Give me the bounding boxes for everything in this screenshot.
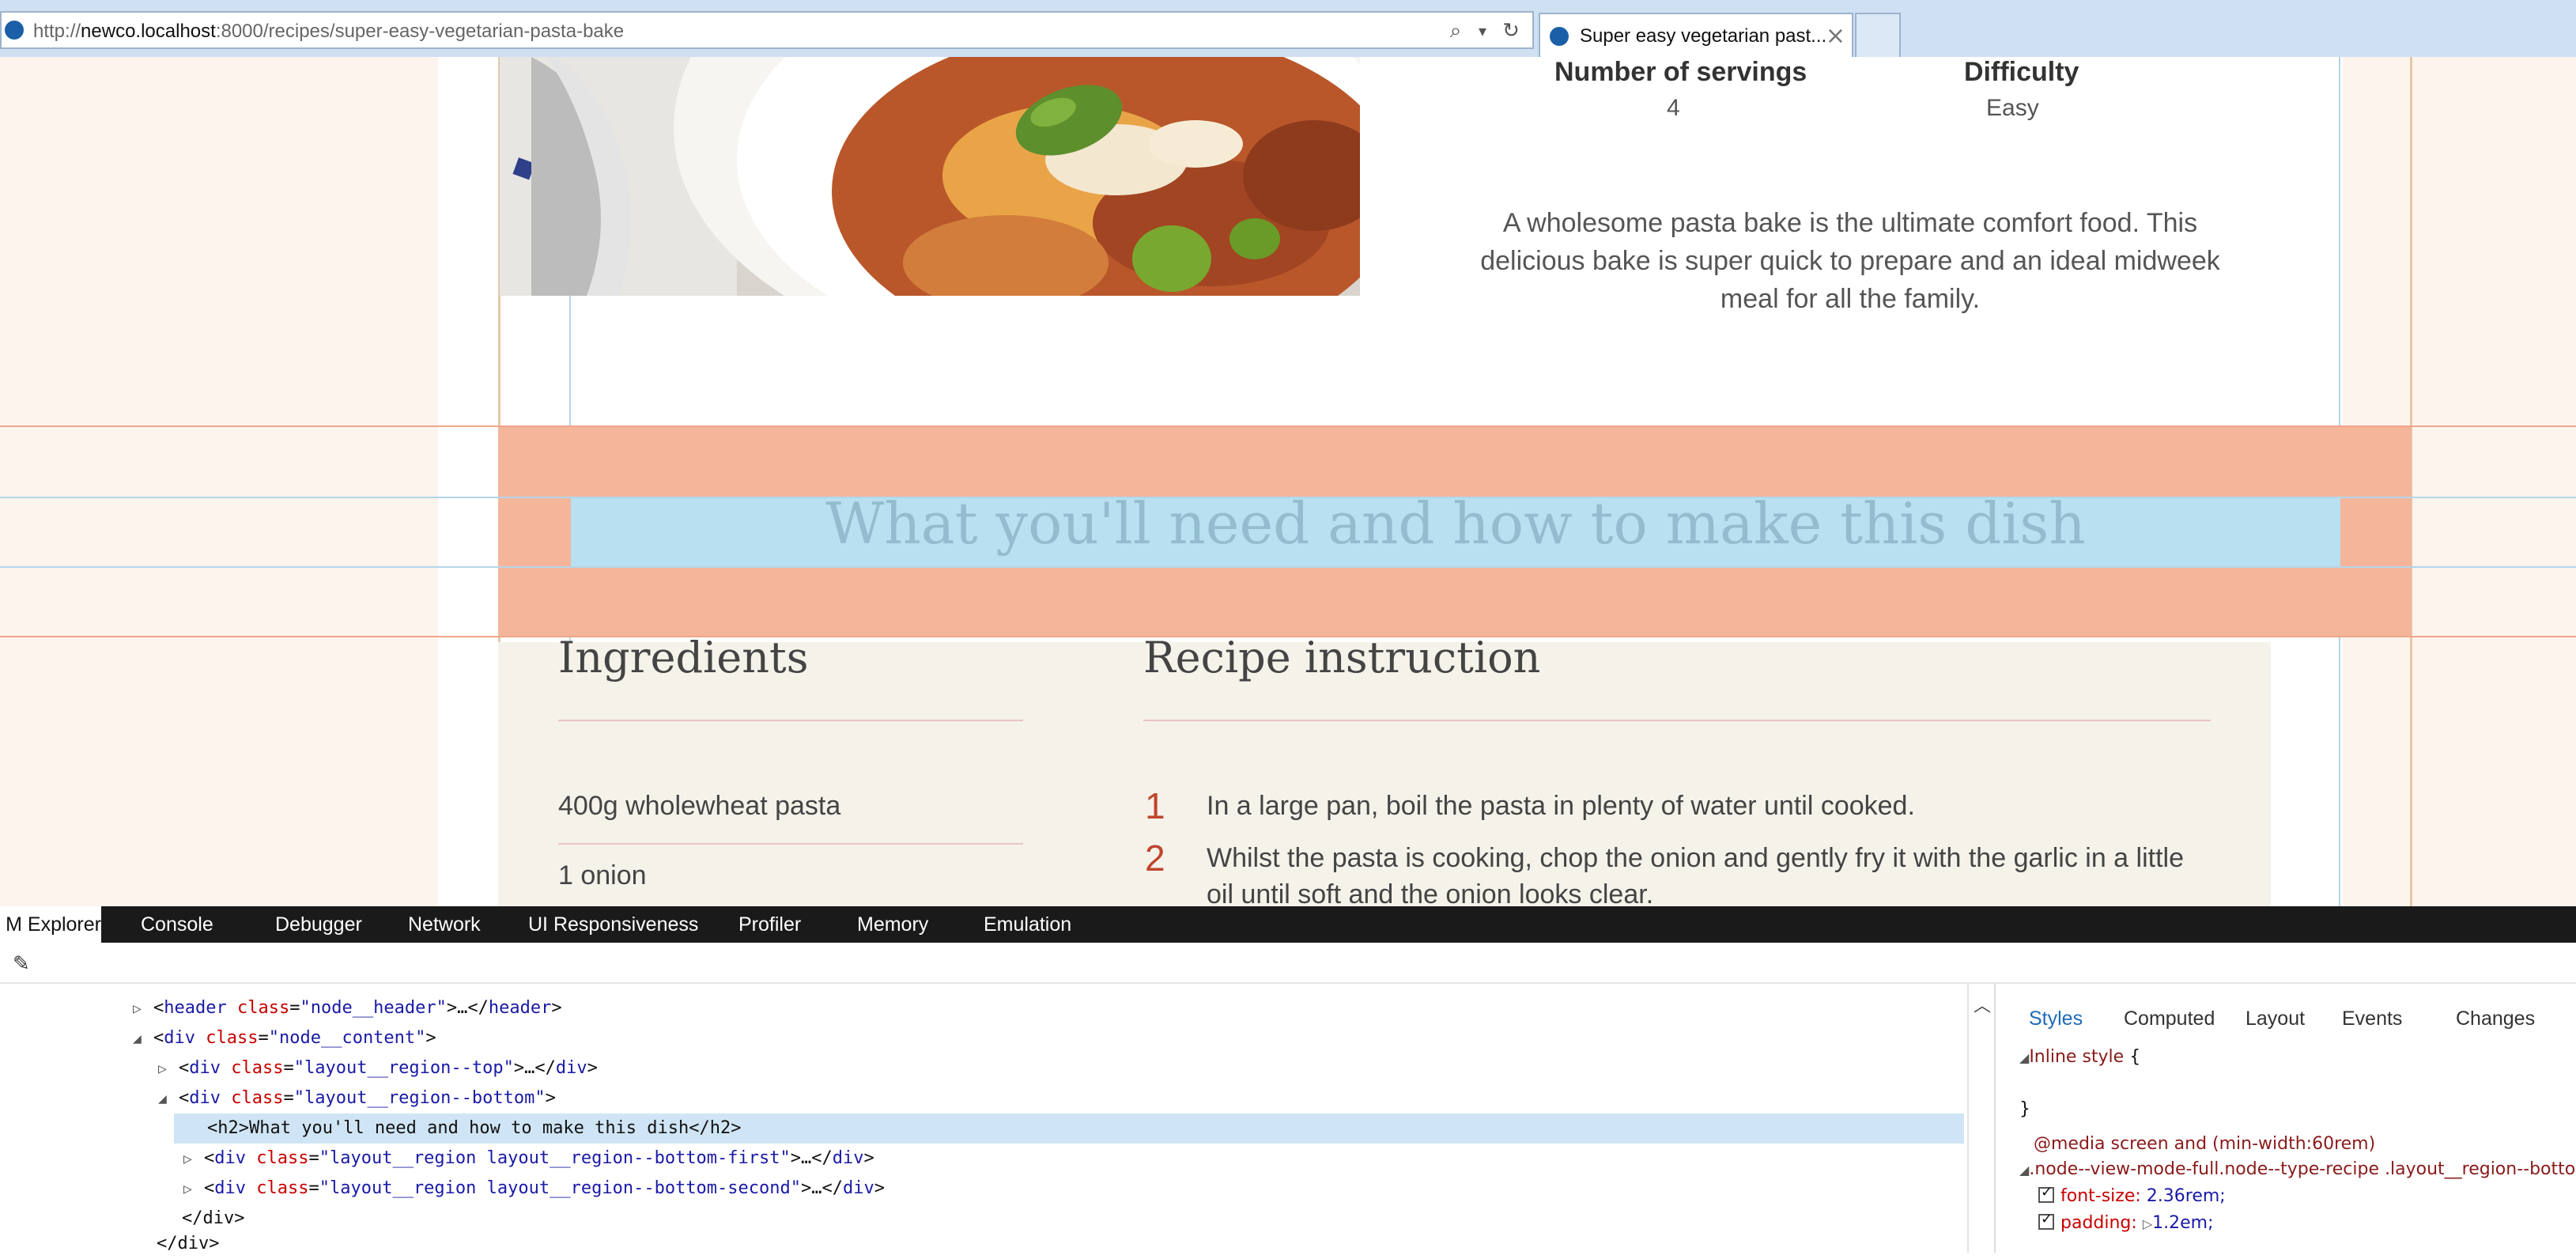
step-text-continued: oil until soft and the onion looks clear… [1207,879,1654,906]
tab-emulation[interactable]: Emulation [984,906,1071,943]
expand-arrow-icon[interactable]: ▷ [183,1144,204,1174]
dom-node[interactable]: </div> [157,1229,219,1259]
tab-console[interactable]: Console [141,906,213,943]
tab-layout[interactable]: Layout [2246,1008,2305,1030]
site-favicon-icon [5,21,24,40]
dom-scrollbar[interactable]: ︿ [1967,984,1992,1253]
property-checkbox[interactable] [2038,1184,2054,1203]
new-tab-button[interactable] [1855,13,1901,57]
inline-style-close-brace: } [2019,1099,2030,1119]
property-checkbox[interactable] [2038,1211,2054,1230]
address-bar[interactable]: http://newco.localhost:8000/recipes/supe… [0,11,1534,49]
difficulty-label: Difficulty [1964,57,2079,87]
step-text: In a large pan, boil the pasta in plenty… [1207,791,1915,821]
tab-favicon-icon [1550,27,1569,46]
section-heading: What you'll need and how to make this di… [825,490,2086,557]
chevron-down-icon[interactable]: ▾ [1469,17,1496,44]
dom-node[interactable]: ◢ <div class="layout__region--bottom"> [158,1083,556,1113]
browser-tab-active[interactable]: Super easy vegetarian past... × [1539,13,1853,57]
styles-pane: Styles Computed Layout Events Changes ◢I… [1994,984,2576,1253]
instructions-title: Recipe instruction [1143,633,1541,682]
close-icon[interactable]: × [1826,22,1845,50]
tab-debugger[interactable]: Debugger [275,906,362,943]
address-url[interactable]: http://newco.localhost:8000/recipes/supe… [33,21,624,43]
refresh-icon[interactable]: ↻ [1498,17,1524,44]
tab-dom-explorer[interactable]: M Explorer [0,906,101,943]
dom-node[interactable]: ▷ <div class="layout__region layout__regi… [183,1144,874,1174]
page-viewport[interactable]: Number of servings 4 Difficulty Easy A w… [0,57,2576,906]
media-query: @media screen and (min-width:60rem) [2034,1134,2376,1154]
expand-arrow-icon[interactable]: ▷ [133,994,153,1024]
search-icon[interactable]: ⌕ [1442,17,1469,44]
devtools-tab-bar: M Explorer Console Debugger Network UI R… [0,906,2576,943]
style-property[interactable]: padding: ▷1.2em; [2038,1211,2214,1233]
tab-styles[interactable]: Styles [2029,1008,2083,1030]
inline-style-label: ◢Inline style { [2019,1047,2141,1067]
tab-profiler[interactable]: Profiler [738,906,801,943]
collapse-arrow-icon[interactable]: ◢ [133,1024,153,1054]
h2-highlight-padding [498,497,571,568]
element-picker-icon[interactable]: ✎ [13,952,30,976]
divider [1143,720,2211,721]
expand-arrow-icon[interactable]: ▷ [183,1174,204,1204]
ingredient-item: 400g wholewheat pasta [558,791,841,821]
step-number: 2 [1145,837,1165,879]
ingredient-item: 1 onion [558,860,647,890]
tab-memory[interactable]: Memory [857,906,928,943]
ingredients-title: Ingredients [558,633,809,682]
collapse-arrow-icon[interactable]: ◢ [158,1084,179,1114]
divider [558,720,1023,721]
tab-changes[interactable]: Changes [2456,1008,2535,1030]
servings-value: 4 [1667,95,1680,121]
tab-events[interactable]: Events [2342,1008,2402,1030]
step-text: Whilst the pasta is cooking, chop the on… [1207,843,2184,873]
recipe-intro: A wholesome pasta bake is the ultimate c… [1480,208,2220,314]
rule-selector: ◢.node--view-mode-full.node--type-recipe… [2019,1159,2576,1179]
tab-network[interactable]: Network [408,906,481,943]
layout-guide [0,566,2576,568]
tab-computed[interactable]: Computed [2124,1008,2215,1030]
style-property[interactable]: font-size: 2.36rem; [2038,1184,2226,1206]
step-number: 1 [1145,785,1165,826]
recipe-hero-image [500,57,1360,296]
dom-node[interactable]: ▷ <header class="node__header">…</header> [133,993,562,1023]
devtools-toolbar: ✎ [0,943,2576,984]
expand-arrow-icon[interactable]: ▷ [158,1054,179,1084]
dom-node[interactable]: ▷ <div class="layout__region--top">…</div… [158,1053,598,1083]
difficulty-value: Easy [1986,95,2039,121]
divider [558,843,1023,845]
tab-title: Super easy vegetarian past... [1580,25,1827,47]
chevron-up-icon[interactable]: ︿ [1974,992,1991,1017]
dom-node[interactable]: ◢ <div class="node__content"> [133,1023,436,1053]
layout-guide [0,425,2576,427]
tab-ui-responsiveness[interactable]: UI Responsiveness [528,906,698,943]
dom-node-selected[interactable]: <h2>What you'll need and how to make thi… [207,1113,742,1144]
servings-label: Number of servings [1554,57,1807,87]
dom-node[interactable]: ▷ <div class="layout__region layout__regi… [183,1174,885,1204]
